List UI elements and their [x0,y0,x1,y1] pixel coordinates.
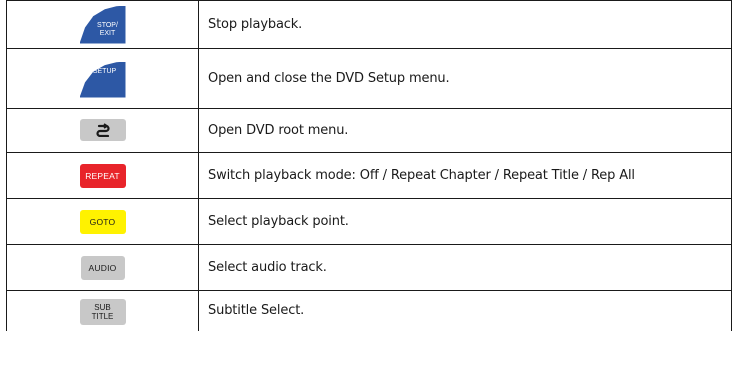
table-row: Open DVD root menu. [6,108,732,153]
description-cell: Open DVD root menu. [198,108,732,153]
description-cell: Switch playback mode: Off / Repeat Chapt… [198,152,732,199]
button-cell: GOTO [6,198,199,245]
remote-buttons-table: STOP/ EXIT Stop playback. SETUP Open and… [6,0,732,331]
button-cell: SUB TITLE [6,290,199,331]
description-cell: Subtitle Select. [198,290,732,331]
table-row: STOP/ EXIT Stop playback. [6,0,732,49]
goto-key: GOTO [79,209,126,234]
button-cell: REPEAT [6,152,199,199]
table-row: REPEAT Switch playback mode: Off / Repea… [6,152,732,199]
description-cell: Select audio track. [198,244,732,291]
table-row: GOTO Select playback point. [6,198,732,245]
root-menu-icon [95,123,110,137]
table-row: AUDIO Select audio track. [6,244,732,291]
key-label-line2: EXIT [99,29,116,37]
root-menu-key [79,119,126,141]
subtitle-key: SUB TITLE [79,298,126,325]
button-cell [6,108,199,153]
button-cell: SETUP [6,48,199,109]
key-label-line1: SUB [94,302,111,312]
stop-exit-key: STOP/ EXIT [79,5,126,44]
table-row: SETUP Open and close the DVD Setup menu. [6,48,732,109]
setup-key: SETUP [79,61,126,98]
button-cell: STOP/ EXIT [6,0,199,49]
button-cell: AUDIO [6,244,199,291]
table-row: SUB TITLE Subtitle Select. [6,290,732,331]
description-cell: Select playback point. [198,198,732,245]
key-label-line2: TITLE [91,311,114,321]
description-cell: Stop playback. [198,0,732,49]
audio-key: AUDIO [80,255,125,280]
repeat-key: REPEAT [79,163,126,188]
key-label-line1: STOP/ [97,21,118,29]
description-cell: Open and close the DVD Setup menu. [198,48,732,109]
